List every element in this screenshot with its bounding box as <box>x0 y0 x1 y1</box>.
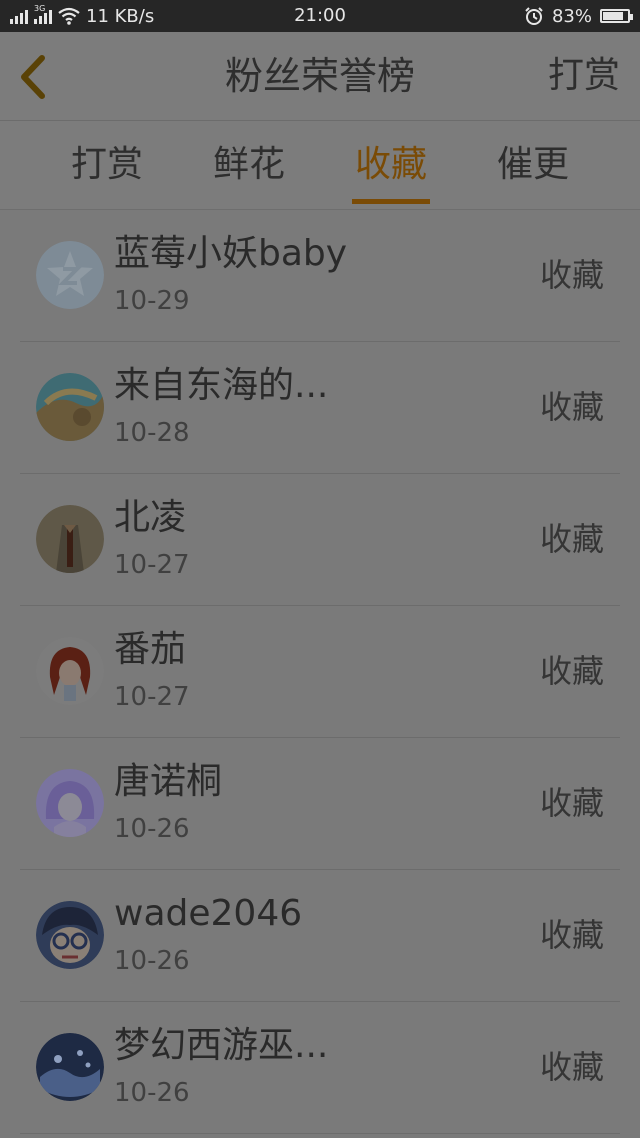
fan-action: 收藏 <box>539 388 604 426</box>
battery-fill <box>603 12 623 20</box>
conan-avatar <box>36 901 104 969</box>
list-item[interactable]: 番茄 10-27 收藏 <box>20 606 620 738</box>
default-avatar-icon <box>36 241 104 309</box>
avatar <box>36 1033 104 1101</box>
list-item[interactable]: 北凌 10-27 收藏 <box>20 474 620 606</box>
tab-reward[interactable]: 打赏 <box>52 121 162 209</box>
fan-action: 收藏 <box>539 520 604 558</box>
fan-name: 来自东海的... <box>114 365 329 406</box>
header: 粉丝荣誉榜 打赏 <box>0 32 640 121</box>
fan-date: 10-27 <box>114 550 190 580</box>
fan-action: 收藏 <box>539 1048 604 1086</box>
fan-action: 收藏 <box>539 652 604 690</box>
status-bar: 3G 11 KB/s 21:00 83% <box>0 0 640 32</box>
list-item[interactable]: 唐诺桐 10-26 收藏 <box>20 738 620 870</box>
list-item[interactable]: 蓝莓小妖baby 10-29 收藏 <box>20 210 620 342</box>
tab-flowers[interactable]: 鲜花 <box>194 121 304 209</box>
active-tab-indicator <box>352 199 430 204</box>
fan-name: wade2046 <box>114 893 303 934</box>
game-avatar <box>36 1033 104 1101</box>
avatar <box>36 901 104 969</box>
reward-button[interactable]: 打赏 <box>548 32 620 120</box>
fan-date: 10-29 <box>114 286 190 316</box>
avatar <box>36 241 104 309</box>
fan-date: 10-27 <box>114 682 190 712</box>
fan-date: 10-26 <box>114 946 190 976</box>
avatar <box>36 637 104 705</box>
battery-icon <box>600 9 633 23</box>
fan-name: 北凌 <box>114 497 187 538</box>
status-right: 83% <box>524 0 633 32</box>
avatar <box>36 769 104 837</box>
fan-action: 收藏 <box>539 256 604 294</box>
tab-urge-update[interactable]: 催更 <box>478 121 588 209</box>
tab-favorites[interactable]: 收藏 <box>336 121 446 209</box>
photo-avatar <box>36 505 104 573</box>
battery-percent: 83% <box>551 5 592 27</box>
fan-date: 10-28 <box>114 418 190 448</box>
cartoon-girl-avatar <box>36 637 104 705</box>
anime-avatar <box>36 373 104 441</box>
fan-name: 蓝莓小妖baby <box>114 233 348 274</box>
page-title: 粉丝荣誉榜 <box>224 54 415 98</box>
fan-date: 10-26 <box>114 814 190 844</box>
list-item[interactable]: 梦幻西游巫... 10-26 收藏 <box>20 1002 620 1134</box>
fan-name: 唐诺桐 <box>114 761 223 802</box>
fan-name: 番茄 <box>114 629 187 670</box>
alarm-icon <box>525 7 543 25</box>
fan-action: 收藏 <box>539 916 604 954</box>
fan-name: 梦幻西游巫... <box>114 1025 329 1066</box>
fan-action: 收藏 <box>539 784 604 822</box>
list-item[interactable]: 来自东海的... 10-28 收藏 <box>20 342 620 474</box>
tab-bar: 打赏 鲜花 收藏 催更 <box>0 121 640 210</box>
list-item[interactable]: wade2046 10-26 收藏 <box>20 870 620 1002</box>
avatar <box>36 373 104 441</box>
anime-girl-avatar <box>36 769 104 837</box>
fan-date: 10-26 <box>114 1078 190 1108</box>
fan-list: 蓝莓小妖baby 10-29 收藏 来自东海的... 10-28 收藏 北凌 1… <box>0 210 640 1134</box>
avatar <box>36 505 104 573</box>
